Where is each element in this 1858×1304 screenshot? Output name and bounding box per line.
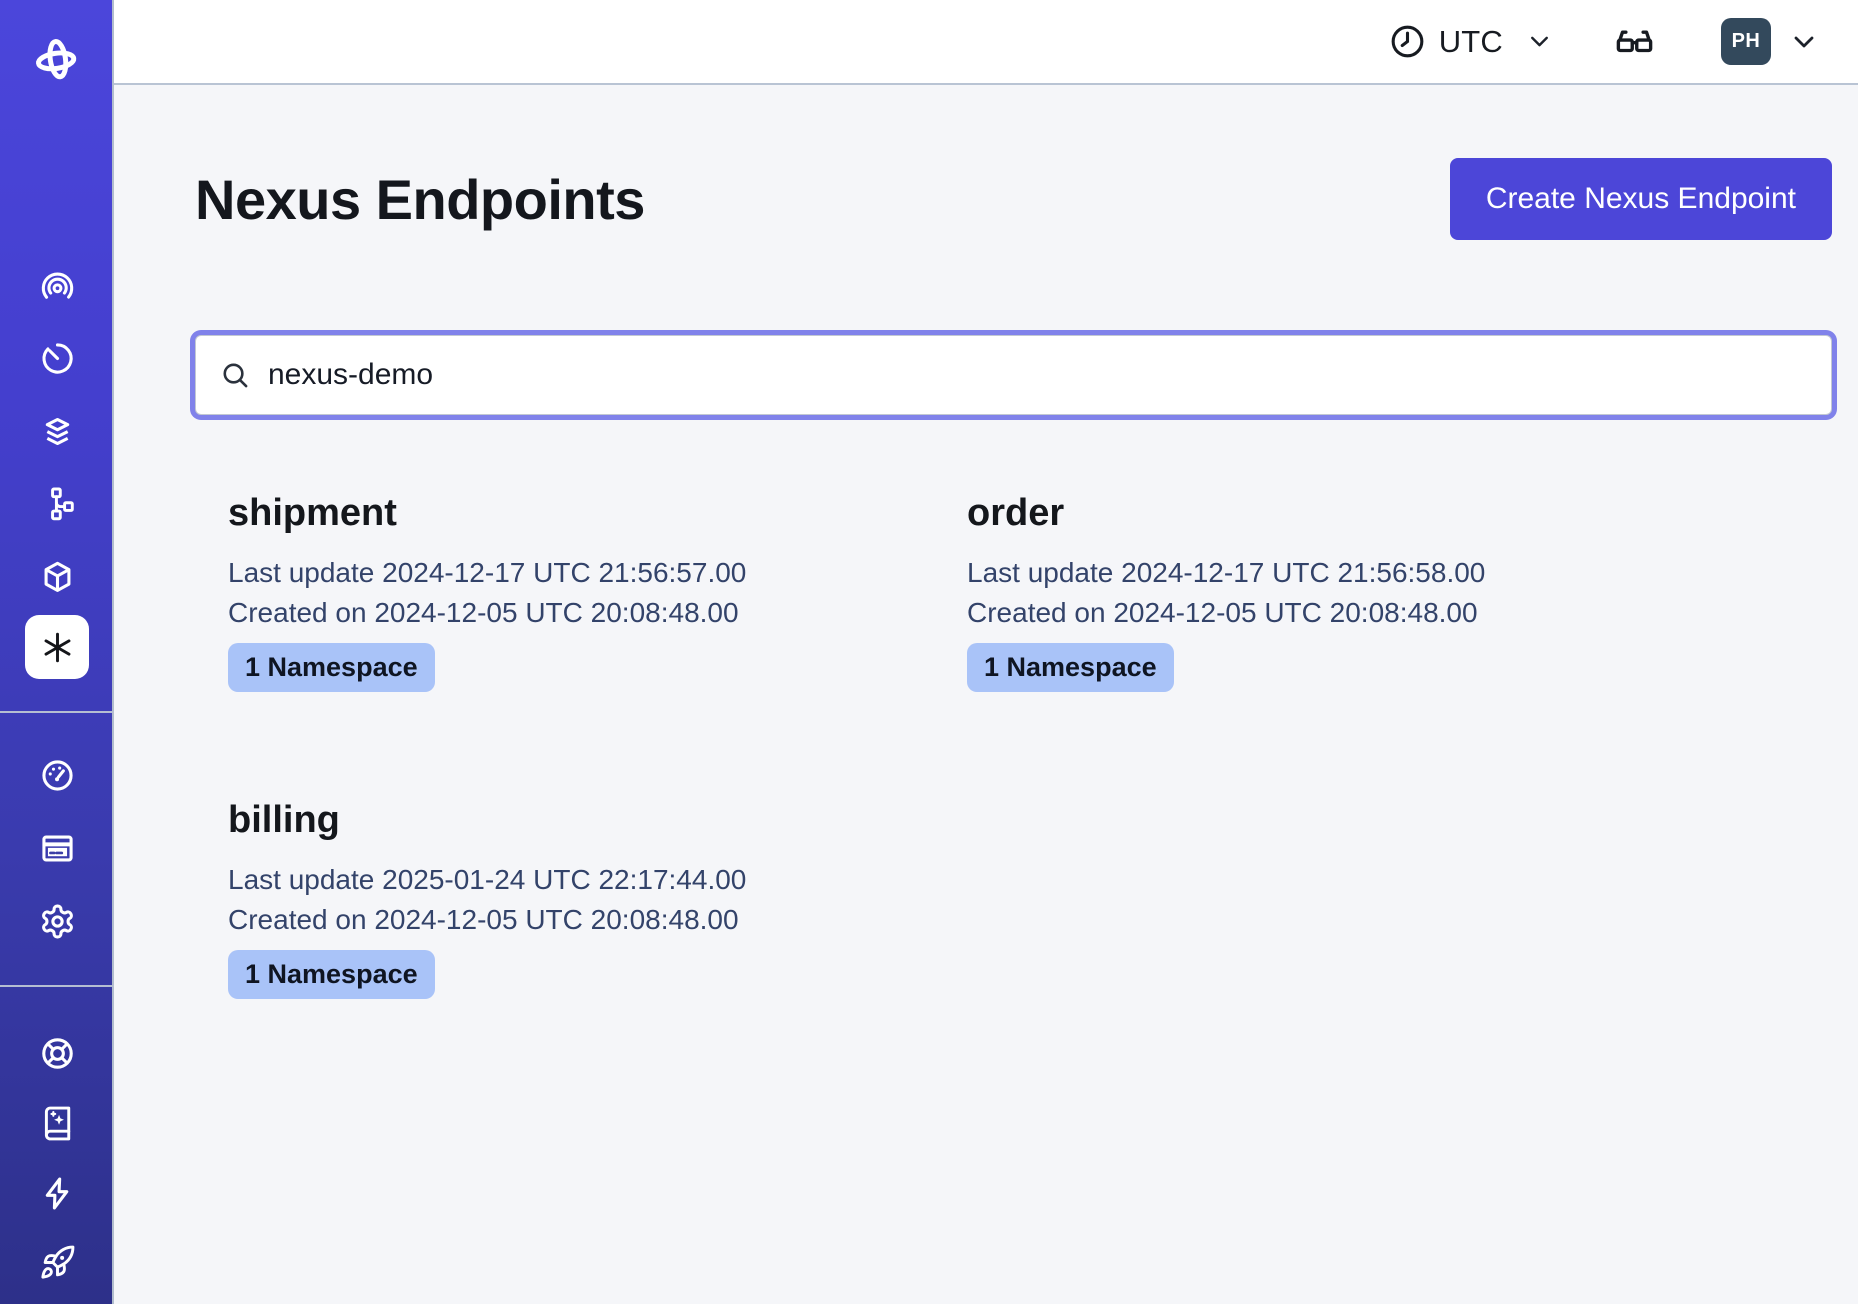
workflows-icon	[39, 269, 76, 306]
rocket-icon	[39, 1244, 76, 1281]
endpoint-created: Created on 2024-12-05 UTC 20:08:48.00	[228, 593, 934, 633]
life-buoy-icon	[39, 1035, 76, 1072]
temporal-logo-icon[interactable]	[25, 28, 89, 92]
content: Nexus Endpoints Create Nexus Endpoint sh…	[114, 85, 1858, 1304]
layers-icon	[39, 414, 76, 451]
sidebar-item-packages[interactable]	[25, 545, 89, 609]
sidebar-divider	[0, 985, 114, 987]
endpoint-name: billing	[228, 798, 934, 842]
chevron-down-icon	[1788, 26, 1820, 58]
search-icon	[220, 360, 251, 391]
gear-icon	[39, 903, 76, 940]
create-nexus-endpoint-button[interactable]: Create Nexus Endpoint	[1450, 158, 1832, 240]
title-row: Nexus Endpoints Create Nexus Endpoint	[195, 158, 1832, 240]
sidebar-item-support[interactable]	[25, 1021, 89, 1085]
glasses-icon	[1612, 19, 1657, 64]
sidebar-item-deployments[interactable]	[25, 471, 89, 535]
chevron-down-icon	[1525, 27, 1554, 56]
nexus-asterisk-icon	[39, 629, 76, 666]
sidebar-item-settings[interactable]	[25, 889, 89, 953]
schedules-icon	[39, 340, 76, 377]
sidebar-item-events[interactable]	[25, 1161, 89, 1225]
sidebar-item-docs[interactable]	[25, 1091, 89, 1155]
sidebar-item-workflows[interactable]	[25, 255, 89, 319]
endpoint-card-shipment[interactable]: shipment Last update 2024-12-17 UTC 21:5…	[195, 461, 934, 722]
page-title: Nexus Endpoints	[195, 167, 645, 232]
sidebar	[0, 0, 114, 1304]
cube-icon	[39, 559, 76, 596]
search-box	[195, 335, 1832, 415]
avatar[interactable]: PH	[1721, 18, 1771, 65]
credit-card-icon	[39, 830, 76, 867]
timezone-selector[interactable]: UTC	[1389, 23, 1554, 60]
endpoint-created: Created on 2024-12-05 UTC 20:08:48.00	[228, 900, 934, 940]
sidebar-item-billing[interactable]	[25, 816, 89, 880]
account-menu-button[interactable]	[1788, 26, 1820, 58]
namespace-badge: 1 Namespace	[967, 643, 1174, 692]
sidebar-item-getting-started[interactable]	[25, 1230, 89, 1294]
main-area: UTC PH Nexus Endpoints Create Nexus Endp…	[114, 0, 1858, 1304]
data-converter-button[interactable]	[1612, 19, 1657, 64]
gauge-icon	[39, 757, 76, 794]
endpoint-last-update: Last update 2024-12-17 UTC 21:56:58.00	[967, 553, 1673, 593]
sidebar-divider	[0, 711, 114, 713]
lightning-icon	[39, 1175, 76, 1212]
sidebar-item-batch-operations[interactable]	[25, 400, 89, 464]
endpoint-name: shipment	[228, 491, 934, 535]
sidebar-item-usage[interactable]	[25, 743, 89, 807]
endpoint-card-order[interactable]: order Last update 2024-12-17 UTC 21:56:5…	[934, 461, 1673, 722]
sidebar-item-nexus[interactable]	[25, 615, 89, 679]
endpoint-created: Created on 2024-12-05 UTC 20:08:48.00	[967, 593, 1673, 633]
endpoint-card-billing[interactable]: billing Last update 2025-01-24 UTC 22:17…	[195, 768, 934, 1029]
namespace-badge: 1 Namespace	[228, 950, 435, 999]
endpoint-last-update: Last update 2024-12-17 UTC 21:56:57.00	[228, 553, 934, 593]
endpoint-name: order	[967, 491, 1673, 535]
timezone-label: UTC	[1439, 24, 1503, 60]
workflow-graph-icon	[39, 485, 76, 522]
search-input[interactable]	[268, 358, 1807, 392]
clock-icon	[1389, 23, 1426, 60]
book-sparkles-icon	[39, 1105, 76, 1142]
endpoint-last-update: Last update 2025-01-24 UTC 22:17:44.00	[228, 860, 934, 900]
sidebar-item-schedules[interactable]	[25, 326, 89, 390]
topbar: UTC PH	[114, 0, 1858, 85]
endpoint-list: shipment Last update 2024-12-17 UTC 21:5…	[195, 461, 1832, 1029]
namespace-badge: 1 Namespace	[228, 643, 435, 692]
